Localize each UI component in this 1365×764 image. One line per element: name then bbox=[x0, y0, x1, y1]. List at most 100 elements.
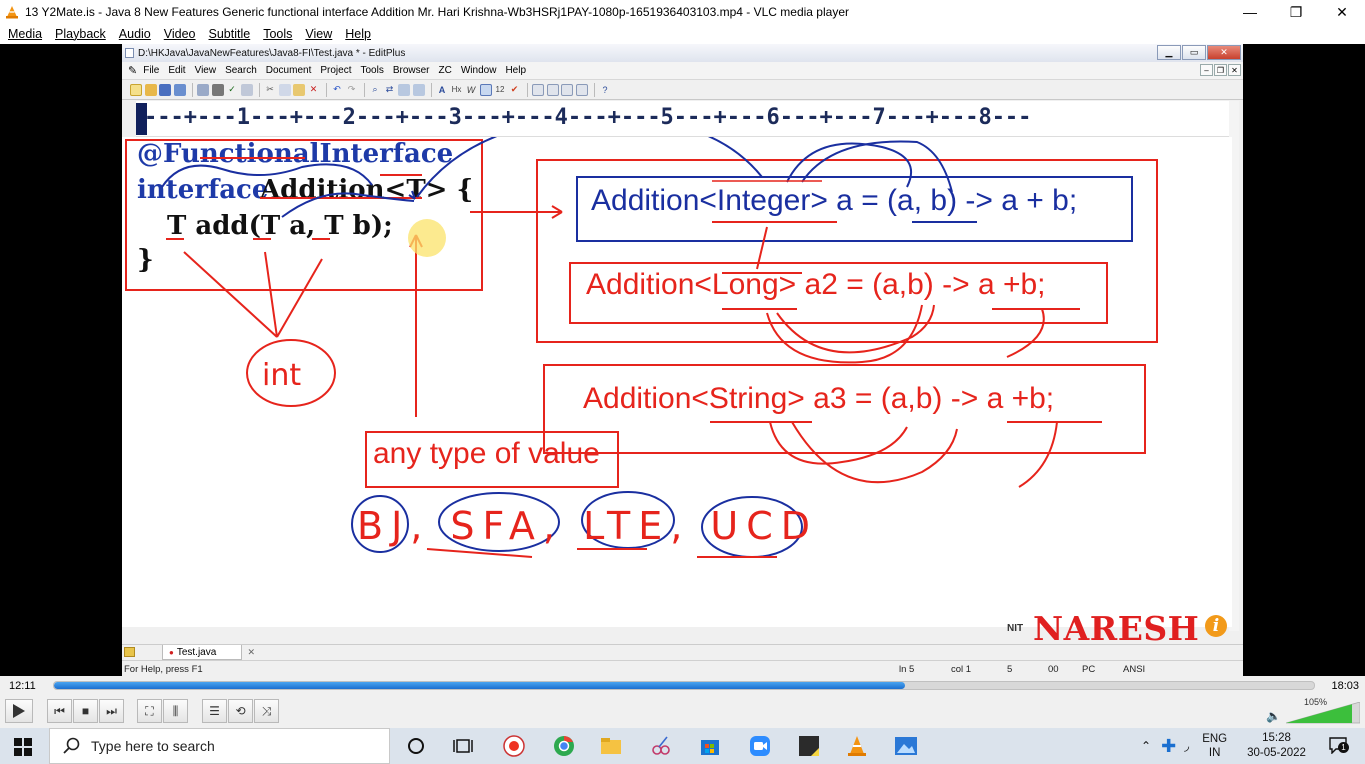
status-help: For Help, press F1 bbox=[124, 664, 203, 675]
font-icon: A bbox=[438, 84, 446, 95]
close-button[interactable]: ✕ bbox=[1319, 0, 1365, 24]
lang-top: ENG bbox=[1202, 733, 1228, 745]
mdi-restore-icon: ❐ bbox=[1214, 64, 1227, 76]
play-icon bbox=[13, 704, 25, 718]
menu-help[interactable]: Help bbox=[345, 27, 371, 41]
undo-icon: ↶ bbox=[333, 84, 341, 94]
modified-dot-icon: ● bbox=[169, 647, 174, 657]
menu-tools[interactable]: Tools bbox=[263, 27, 292, 41]
previous-button[interactable]: ⏮ bbox=[47, 699, 72, 723]
delete-icon: ✕ bbox=[309, 84, 318, 94]
screen: 13 Y2Mate.is - Java 8 New Features Gener… bbox=[0, 0, 1365, 764]
maximize-button[interactable]: ❐ bbox=[1273, 0, 1319, 24]
menu-subtitle[interactable]: Subtitle bbox=[209, 27, 251, 41]
cursor-highlight bbox=[408, 219, 446, 257]
fullscreen-button[interactable]: ⛶ bbox=[137, 699, 162, 723]
loop-button[interactable]: ⟲ bbox=[228, 699, 253, 723]
shuffle-button[interactable]: ⤨ bbox=[254, 699, 279, 723]
video-area[interactable]: D:\HKJava\JavaNewFeatures\Java8-FI\Test.… bbox=[0, 44, 1365, 676]
ep-minimize-icon: ▁ bbox=[1157, 45, 1181, 60]
seek-progress bbox=[54, 682, 905, 689]
minimize-button[interactable]: — bbox=[1227, 0, 1273, 24]
vlc-cone-icon bbox=[6, 6, 18, 19]
save-all-icon bbox=[173, 83, 186, 96]
int-note: int bbox=[262, 358, 301, 393]
notifications-button[interactable]: 1 bbox=[1328, 736, 1349, 756]
photos-icon[interactable] bbox=[894, 735, 918, 757]
mdi-minimize-icon: – bbox=[1200, 64, 1213, 76]
equalizer-icon: ⫼ bbox=[172, 703, 179, 718]
clock[interactable]: 15:28 30-05-2022 bbox=[1247, 731, 1306, 761]
ep-menu-tools: Tools bbox=[360, 65, 384, 76]
volume-control[interactable]: 🔈 105% bbox=[1266, 697, 1360, 724]
ep-menu-document: Document bbox=[265, 65, 312, 76]
ep-menu-project: Project bbox=[320, 65, 352, 76]
replace-icon: ⇄ bbox=[385, 84, 394, 94]
hex-icon: Hx bbox=[451, 85, 462, 94]
zoom-icon[interactable] bbox=[748, 735, 772, 757]
spellcheck-icon: ✓ bbox=[228, 84, 236, 94]
playlist-icon: ☰ bbox=[209, 704, 220, 718]
stop-button[interactable]: ■ bbox=[73, 699, 98, 723]
vlc-taskbar-icon[interactable] bbox=[845, 735, 869, 757]
add-icon[interactable]: ✚ bbox=[1161, 736, 1176, 757]
playlist-button[interactable]: ☰ bbox=[202, 699, 227, 723]
menu-playback[interactable]: Playback bbox=[55, 27, 106, 41]
new-file-icon bbox=[130, 83, 142, 96]
sticky-notes-icon[interactable] bbox=[797, 735, 821, 757]
wifi-icon[interactable]: ◞ bbox=[1184, 738, 1189, 754]
menu-video[interactable]: Video bbox=[164, 27, 196, 41]
ruler-ticks: ---+---1---+---2---+---3---+---4---+---5… bbox=[144, 105, 1032, 130]
output-icon bbox=[575, 83, 588, 96]
system-tray: ⌃ ✚ ◞ ENG IN 15:28 30-05-2022 1 bbox=[1141, 728, 1349, 764]
task-view-icon[interactable] bbox=[451, 735, 475, 757]
editplus-menu-bar: ✎ File Edit View Search Document Project… bbox=[122, 62, 1243, 79]
goto-icon bbox=[398, 83, 410, 96]
clock-time: 15:28 bbox=[1262, 732, 1291, 744]
search-icon bbox=[63, 737, 80, 754]
linenum-icon: 12 bbox=[495, 85, 505, 94]
menu-audio[interactable]: Audio bbox=[119, 27, 151, 41]
copy-icon bbox=[278, 83, 291, 96]
cortana-icon[interactable] bbox=[404, 735, 428, 757]
volume-level: 105% bbox=[1304, 697, 1328, 707]
window-title: 13 Y2Mate.is - Java 8 New Features Gener… bbox=[25, 5, 849, 19]
long-box bbox=[569, 262, 1108, 324]
ep-menu-file: File bbox=[143, 65, 160, 76]
chrome-icon[interactable] bbox=[552, 735, 576, 757]
mdi-buttons: – ❐ ✕ bbox=[1200, 64, 1241, 76]
language-indicator[interactable]: ENG IN bbox=[1202, 732, 1227, 760]
shuffle-icon: ⤨ bbox=[261, 703, 272, 718]
lambda-outer-box bbox=[536, 159, 1158, 343]
tray-chevron-icon[interactable]: ⌃ bbox=[1141, 739, 1151, 753]
taskbar-search[interactable]: Type here to search bbox=[49, 728, 390, 764]
editplus-window-buttons: ▁ ▭ ✕ bbox=[1157, 45, 1241, 60]
cascade-icon bbox=[561, 83, 573, 96]
notification-count: 1 bbox=[1337, 742, 1349, 753]
windows-start-icon[interactable] bbox=[14, 738, 32, 756]
seek-slider[interactable] bbox=[53, 681, 1315, 690]
menu-media[interactable]: Media bbox=[8, 27, 42, 41]
next-button[interactable]: ⏭ bbox=[99, 699, 124, 723]
editplus-title: D:\HKJava\JavaNewFeatures\Java8-FI\Test.… bbox=[138, 47, 406, 59]
ep-menu-zc: ZC bbox=[438, 65, 452, 76]
menu-view[interactable]: View bbox=[305, 27, 332, 41]
integer-box bbox=[576, 176, 1133, 242]
ep-menu-search: Search bbox=[225, 65, 257, 76]
file-explorer-icon[interactable] bbox=[599, 735, 623, 757]
ep-maximize-icon: ▭ bbox=[1182, 45, 1206, 60]
window-controls: — ❐ ✕ bbox=[1227, 0, 1365, 24]
store-icon[interactable] bbox=[698, 735, 722, 757]
editplus-title-bar: D:\HKJava\JavaNewFeatures\Java8-FI\Test.… bbox=[122, 44, 1243, 62]
record-app-icon[interactable] bbox=[502, 735, 526, 757]
editor-pane: @FunctionalInterface interface Addition<… bbox=[122, 137, 1232, 627]
ep-menu-edit: Edit bbox=[168, 65, 186, 76]
snipping-tool-icon[interactable] bbox=[649, 735, 673, 757]
ep-menu-view: View bbox=[194, 65, 217, 76]
annotation-drawings: int BJ, SFA, LTE, UCD bbox=[125, 137, 1158, 558]
string-box bbox=[543, 364, 1146, 454]
extended-settings-button[interactable]: ⫼ bbox=[163, 699, 188, 723]
ruler: ---+---1---+---2---+---3---+---4---+---5… bbox=[136, 101, 1239, 137]
stop-icon: ■ bbox=[81, 704, 90, 718]
play-button[interactable] bbox=[5, 699, 33, 723]
